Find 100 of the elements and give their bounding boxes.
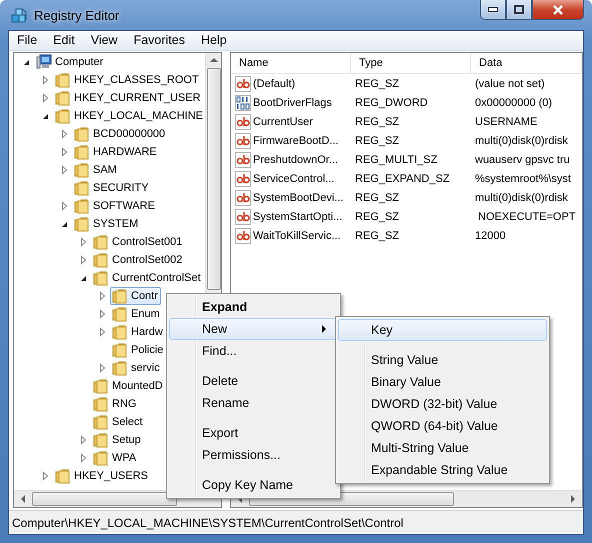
tree-item[interactable]: Computer [34,53,106,71]
value-name[interactable]: WaitToKillServic... [253,230,341,242]
tree-item[interactable]: ControlSet001 [91,233,186,251]
value-data: wuauserv gpsvc tru [474,154,571,166]
tree-item-label: Policie [131,344,164,356]
value-type: REG_SZ [354,230,400,242]
tree-item-label: Hardw [131,326,163,338]
menu-item[interactable]: Key [338,319,547,341]
maximize-button[interactable] [506,0,532,20]
menu-item[interactable]: Expandable String Value [338,459,547,481]
value-type: REG_SZ [354,134,400,146]
value-name[interactable]: (Default) [253,78,296,90]
minimize-button[interactable] [480,0,506,20]
folder-icon [112,360,128,376]
tree-item[interactable]: ControlSet002 [91,251,186,269]
tree-item[interactable]: RNG [91,395,140,413]
tree-item[interactable]: MountedD [91,377,166,395]
menu-item[interactable]: Export [169,422,338,444]
value-name[interactable]: BootDriverFlags [253,96,332,108]
folder-icon [93,378,109,394]
folder-icon [112,342,128,358]
close-button[interactable] [532,0,584,20]
menu-item[interactable]: Binary Value [338,371,547,393]
tree-item[interactable]: SOFTWARE [72,197,158,215]
value-name[interactable]: ServiceControl... [253,172,334,184]
tree-item[interactable]: BCD00000000 [72,125,168,143]
menu-item[interactable]: View [82,31,126,50]
tree-item[interactable]: SECURITY [72,179,152,197]
menu-item[interactable]: Multi-String Value [338,437,547,459]
menu-item[interactable]: Find... [169,340,338,362]
tree-item[interactable]: SYSTEM [72,215,142,233]
folder-icon [112,288,128,304]
tree-item[interactable]: HARDWARE [72,143,160,161]
value-data: 0x00000000 (0) [474,96,554,108]
folder-icon [55,90,71,106]
value-type: REG_DWORD [354,96,429,108]
menu-item[interactable]: Delete [169,370,338,392]
value-data: %systemroot%\syst [474,172,572,184]
value-name[interactable]: SystemStartOpti... [253,210,342,222]
tree-item-label: HKEY_CLASSES_ROOT [74,74,199,86]
tree-item[interactable]: WPA [91,449,140,467]
tree-item-label: SAM [93,164,117,176]
value-type: REG_SZ [354,210,400,222]
folder-icon [55,72,71,88]
menu-item[interactable]: QWORD (64-bit) Value [338,415,547,437]
menu-item[interactable]: Rename [169,392,338,414]
value-data: multi(0)disk(0)rdisk [474,192,569,204]
string-value-icon [235,152,251,168]
scrollbar-thumb[interactable] [206,68,220,290]
tree-item[interactable]: Select [91,413,146,431]
tree-item[interactable]: SAM [72,161,120,179]
value-data: USERNAME [474,116,538,128]
tree-item[interactable]: HKEY_CURRENT_USER [53,89,204,107]
menu-item[interactable]: Edit [45,31,83,50]
folder-icon [93,270,109,286]
tree-item-label: HKEY_LOCAL_MACHINE [74,110,203,122]
tree-item[interactable]: servic [110,359,163,377]
scrollbar-thumb[interactable] [32,492,177,506]
tree-item-label: HKEY_CURRENT_USER [74,92,201,104]
tree-item[interactable]: CurrentControlSet [91,269,204,287]
menu-item[interactable]: Favorites [126,31,193,50]
menu-item[interactable]: Help [192,31,235,50]
tree-item-label: WPA [112,452,136,464]
column-header[interactable]: Name [231,53,351,73]
tree-item-label: Setup [112,434,141,446]
tree-item-label: Enum [131,308,160,320]
menu-item[interactable]: Expand [169,296,338,318]
menu-item[interactable]: Copy Key Name [169,474,338,496]
menu-item[interactable]: Permissions... [169,444,338,466]
menu-item[interactable]: DWORD (32-bit) Value [338,393,547,415]
column-header[interactable]: Data [471,53,582,73]
value-type: REG_MULTI_SZ [354,154,438,166]
value-name[interactable]: PreshutdownOr... [253,154,338,166]
tree-item[interactable]: HKEY_CLASSES_ROOT [53,71,202,89]
tree-item[interactable]: Setup [91,431,144,449]
value-data: NOEXECUTE=OPT [477,210,577,222]
tree-item[interactable]: Hardw [110,323,166,341]
tree-item[interactable]: Policie [110,341,166,359]
folder-icon [74,126,90,142]
tree-item[interactable]: Contr [110,287,161,305]
menu-item[interactable]: File [9,31,46,50]
status-path: Computer\HKEY_LOCAL_MACHINE\SYSTEM\CurrentControlSet\Control [12,516,404,530]
tree-item-label: MountedD [112,380,163,392]
value-name[interactable]: CurrentUser [253,116,313,128]
column-header[interactable]: Type [351,53,471,73]
tree-item-label: HARDWARE [93,146,157,158]
folder-icon [112,324,128,340]
tree-item[interactable]: Enum [110,305,163,323]
menu-item[interactable]: String Value [338,349,547,371]
value-name[interactable]: FirmwareBootD... [253,134,339,146]
tree-item[interactable]: HKEY_LOCAL_MACHINE [53,107,205,125]
menu-item[interactable]: New [169,318,338,340]
folder-icon [55,468,71,484]
tree-item[interactable]: HKEY_USERS [53,467,151,485]
string-value-icon [235,228,251,244]
value-name[interactable]: SystemBootDevi... [253,192,344,204]
tree-item-label: SOFTWARE [93,200,155,212]
value-data: multi(0)disk(0)rdisk [474,134,569,146]
computer-icon [36,54,52,70]
folder-icon [93,234,109,250]
